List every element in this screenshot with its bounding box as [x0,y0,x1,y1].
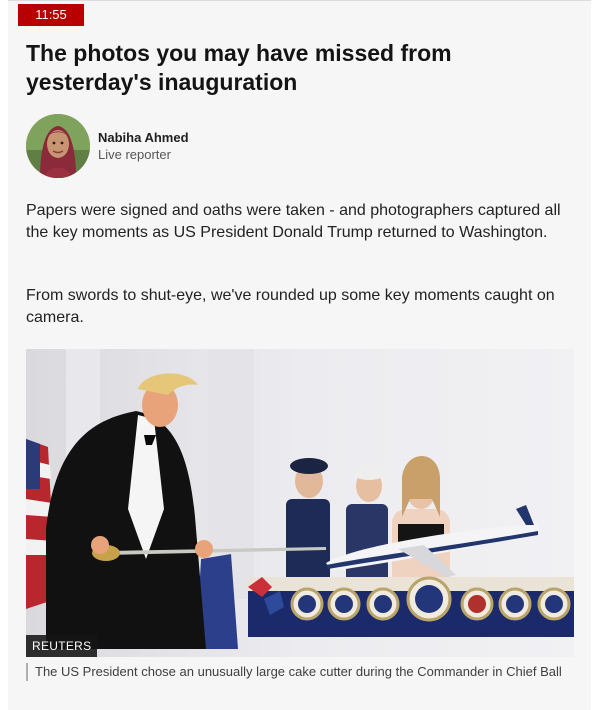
photo-caption: The US President chose an unusually larg… [26,663,565,681]
photo-credit: REUTERS [26,635,98,657]
post-headline: The photos you may have missed from yest… [26,40,452,95]
inauguration-photo[interactable]: REUTERS [26,349,574,657]
live-post-card: 11:55 The photos you may have missed fro… [8,0,591,710]
cake-cutting-scene-image [26,349,574,657]
author-avatar[interactable] [26,114,90,178]
author-name[interactable]: Nabiha Ahmed [98,130,189,145]
avatar-portrait-image [26,114,90,178]
body-paragraph-1: Papers were signed and oaths were taken … [26,202,561,241]
author-role: Live reporter [98,147,171,162]
timestamp-badge: 11:55 [18,4,84,26]
author-byline[interactable]: Nabiha Ahmed Live reporter [26,114,326,180]
body-paragraph-2: From swords to shut-eye, we've rounded u… [26,287,555,326]
